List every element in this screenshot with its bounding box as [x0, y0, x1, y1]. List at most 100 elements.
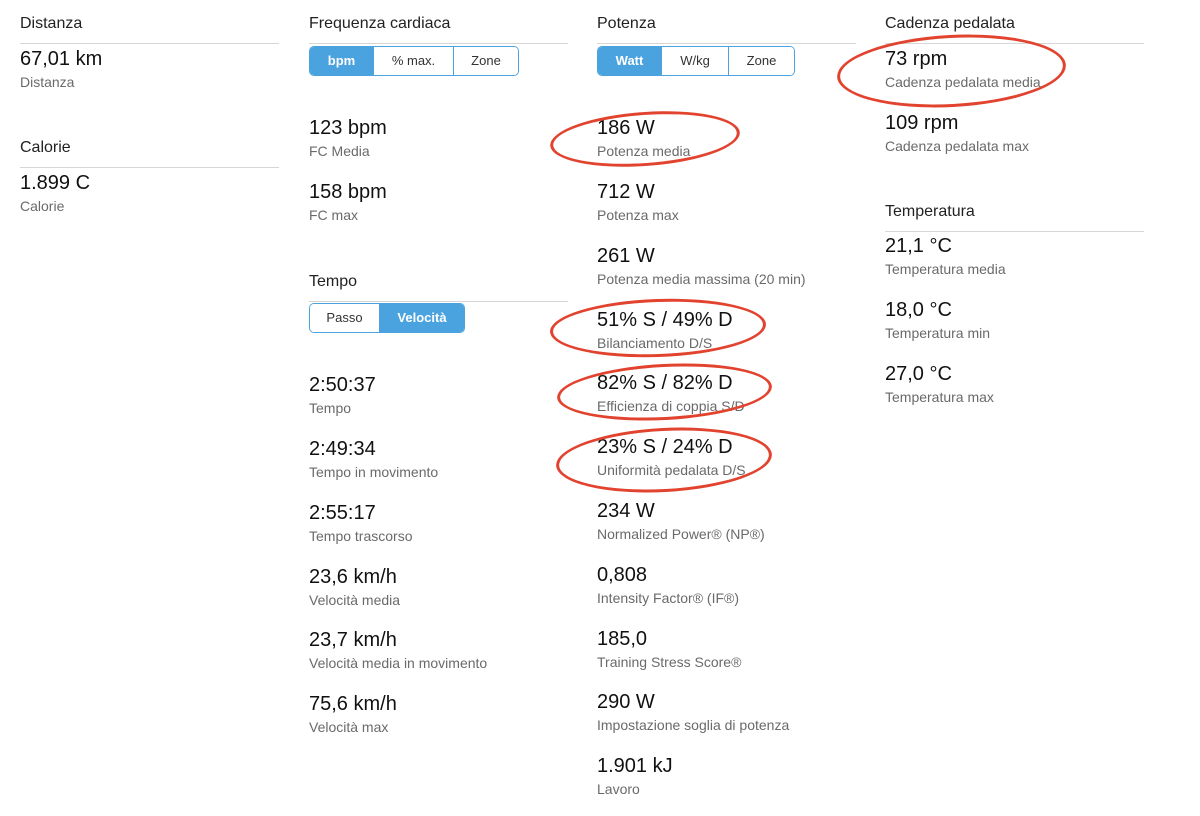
stat-temperatura-min: 18,0 °C Temperatura min [885, 298, 1145, 342]
stat-value: 2:49:34 [309, 438, 376, 460]
stat-calorie: 1.899 C Calorie [20, 171, 280, 215]
tab-percent-max[interactable]: % max. [374, 47, 454, 75]
stat-value: 712 W [597, 181, 655, 203]
stat-value: 75,6 km/h [309, 693, 397, 715]
stat-fc-max: 158 bpm FC max [309, 180, 569, 224]
stat-value: 51% S / 49% D [597, 309, 733, 331]
stat-velocita-media: 23,6 km/h Velocità media [309, 565, 569, 609]
power-unit-toggle: Watt W/kg Zone [597, 46, 795, 76]
stat-value: 23,6 km/h [309, 566, 397, 588]
stat-label: Potenza media massima (20 min) [597, 271, 806, 287]
section-title-tempo: Tempo [309, 270, 568, 302]
section-tempo: Tempo [309, 270, 568, 302]
stat-label: Cadenza pedalata max [885, 138, 1029, 154]
stat-lavoro: 1.901 kJ Lavoro [597, 754, 857, 798]
section-title-distanza: Distanza [20, 12, 279, 44]
stat-cadenza-max: 109 rpm Cadenza pedalata max [885, 111, 1145, 155]
stat-normalized-power: 234 W Normalized Power® (NP®) [597, 499, 857, 543]
tab-velocita[interactable]: Velocità [380, 304, 464, 332]
stat-label: Cadenza pedalata media [885, 74, 1041, 90]
section-title-temperatura: Temperatura [885, 200, 1144, 232]
stat-tempo-movimento: 2:49:34 Tempo in movimento [309, 437, 569, 481]
stat-label: Temperatura min [885, 325, 991, 341]
stat-value: 0,808 [597, 564, 648, 586]
section-title-potenza: Potenza [597, 12, 856, 44]
stat-label: Velocità max [309, 719, 389, 735]
stat-label: Calorie [20, 198, 65, 214]
stat-soglia-potenza: 290 W Impostazione soglia di potenza [597, 690, 857, 734]
tab-bpm[interactable]: bpm [310, 47, 374, 75]
stat-value: 261 W [597, 245, 655, 267]
stat-value: 2:55:17 [309, 502, 376, 524]
stat-label: Potenza max [597, 207, 679, 223]
stat-value: 27,0 °C [885, 363, 952, 385]
time-mode-toggle: Passo Velocità [309, 303, 465, 333]
stat-potenza-max: 712 W Potenza max [597, 180, 857, 224]
stat-tempo: 2:50:37 Tempo [309, 373, 569, 417]
stat-label: Uniformità pedalata D/S [597, 462, 746, 478]
stat-label: Distanza [20, 74, 75, 90]
stat-label: Efficienza di coppia S/D [597, 398, 745, 414]
stat-label: Normalized Power® (NP®) [597, 526, 765, 542]
stat-value: 2:50:37 [309, 374, 376, 396]
section-cadenza-pedalata: Cadenza pedalata [885, 12, 1144, 44]
stat-value: 185,0 [597, 628, 648, 650]
section-temperatura: Temperatura [885, 200, 1144, 232]
tab-wkg[interactable]: W/kg [662, 47, 729, 75]
stat-potenza-media-massima: 261 W Potenza media massima (20 min) [597, 244, 857, 288]
tab-zone[interactable]: Zone [454, 47, 518, 75]
stat-value: 234 W [597, 500, 655, 522]
stat-value: 73 rpm [885, 48, 948, 70]
stat-value: 109 rpm [885, 112, 959, 134]
stat-distanza: 67,01 km Distanza [20, 47, 280, 91]
tab-passo[interactable]: Passo [310, 304, 380, 332]
stat-value: 1.899 C [20, 172, 91, 194]
stat-potenza-media: 186 W Potenza media [597, 116, 857, 160]
stat-value: 1.901 kJ [597, 755, 673, 777]
stat-fc-media: 123 bpm FC Media [309, 116, 569, 160]
stat-value: 158 bpm [309, 181, 387, 203]
stat-label: Tempo in movimento [309, 464, 439, 480]
stat-value: 67,01 km [20, 48, 103, 70]
stat-label: Tempo trascorso [309, 528, 413, 544]
stat-label: Temperatura max [885, 389, 994, 405]
stat-label: FC Media [309, 143, 370, 159]
stat-tempo-trascorso: 2:55:17 Tempo trascorso [309, 501, 569, 545]
stat-temperatura-max: 27,0 °C Temperatura max [885, 362, 1145, 406]
stat-value: 21,1 °C [885, 235, 952, 257]
stat-label: Impostazione soglia di potenza [597, 717, 790, 733]
stat-value: 186 W [597, 117, 655, 139]
stat-velocita-media-movimento: 23,7 km/h Velocità media in movimento [309, 628, 569, 672]
stat-label: Intensity Factor® (IF®) [597, 590, 739, 606]
stat-velocita-max: 75,6 km/h Velocità max [309, 692, 569, 736]
section-title-cadenza-pedalata: Cadenza pedalata [885, 12, 1144, 44]
stat-label: Tempo [309, 400, 352, 416]
stat-value: 82% S / 82% D [597, 372, 733, 394]
section-title-calorie: Calorie [20, 136, 279, 168]
stat-value: 23,7 km/h [309, 629, 397, 651]
stat-label: Potenza media [597, 143, 691, 159]
heart-rate-unit-toggle: bpm % max. Zone [309, 46, 519, 76]
stat-label: Lavoro [597, 781, 640, 797]
stat-label: Velocità media [309, 592, 401, 608]
stat-label: Temperatura media [885, 261, 1006, 277]
section-potenza: Potenza [597, 12, 856, 44]
stat-training-stress-score: 185,0 Training Stress Score® [597, 627, 857, 671]
tab-zone[interactable]: Zone [729, 47, 794, 75]
stat-intensity-factor: 0,808 Intensity Factor® (IF®) [597, 563, 857, 607]
stat-label: Training Stress Score® [597, 654, 742, 670]
section-frequenza-cardiaca: Frequenza cardiaca [309, 12, 568, 44]
stat-label: Bilanciamento D/S [597, 335, 713, 351]
stat-cadenza-media: 73 rpm Cadenza pedalata media [885, 47, 1145, 91]
stat-efficienza-coppia: 82% S / 82% D Efficienza di coppia S/D [597, 371, 857, 415]
stat-label: Velocità media in movimento [309, 655, 488, 671]
stat-value: 23% S / 24% D [597, 436, 733, 458]
section-calorie: Calorie [20, 136, 279, 168]
stat-value: 18,0 °C [885, 299, 952, 321]
stat-label: FC max [309, 207, 358, 223]
section-title-frequenza-cardiaca: Frequenza cardiaca [309, 12, 568, 44]
stat-uniformita-pedalata: 23% S / 24% D Uniformità pedalata D/S [597, 435, 857, 479]
stat-value: 123 bpm [309, 117, 387, 139]
tab-watt[interactable]: Watt [598, 47, 662, 75]
stat-temperatura-media: 21,1 °C Temperatura media [885, 234, 1145, 278]
